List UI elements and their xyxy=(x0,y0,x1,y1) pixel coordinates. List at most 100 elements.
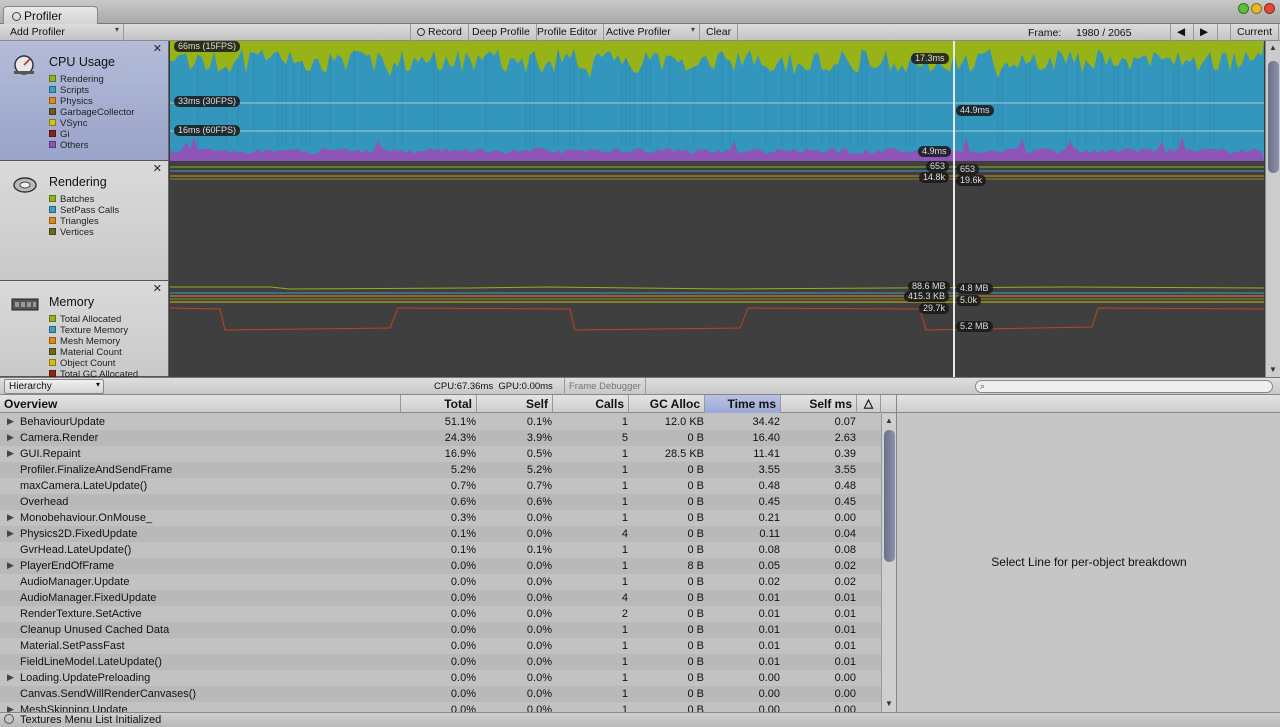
legend-item[interactable]: SetPass Calls xyxy=(49,205,119,216)
add-profiler-dropdown[interactable]: Add Profiler xyxy=(4,24,124,41)
table-row[interactable]: ▶ Loading.UpdatePreloading 0.0% 0.0% 1 0 B 0.0… xyxy=(0,670,881,686)
table-row[interactable]: RenderTexture.SetActive 0.0% 0.0% 2 0 B 0.01 0… xyxy=(0,606,881,622)
modules-scrollbar[interactable]: ▲ ▼ xyxy=(1265,41,1280,377)
table-row[interactable]: Canvas.SendWillRenderCanvases() 0.0% 0.0% 1… xyxy=(0,686,881,702)
legend-item[interactable]: Scripts xyxy=(49,85,134,96)
window-zoom-button[interactable] xyxy=(1238,3,1249,14)
modules-scrollbar-thumb[interactable] xyxy=(1268,61,1279,173)
active-profiler-dropdown[interactable]: Active Profiler xyxy=(600,24,700,41)
cpu-usage-module-label[interactable]: CPU Usage ✕ Rendering Scripts Physics Garba… xyxy=(0,41,169,161)
column-calls[interactable]: Calls xyxy=(553,395,629,413)
next-frame-button[interactable]: ▶ xyxy=(1194,24,1218,41)
record-icon xyxy=(417,28,425,36)
legend-label: SetPass Calls xyxy=(60,205,120,216)
column-self[interactable]: Self xyxy=(477,395,553,413)
column-self-ms[interactable]: Self ms xyxy=(781,395,857,413)
table-row[interactable]: ▶ GUI.Repaint 16.9% 0.5% 1 28.5 KB 11.41 0.39 xyxy=(0,446,881,462)
legend-item[interactable]: GarbageCollector xyxy=(49,107,134,118)
table-row[interactable]: GvrHead.LateUpdate() 0.1% 0.1% 1 0 B 0.08 0.08 xyxy=(0,542,881,558)
previous-frame-button[interactable]: ◀ xyxy=(1170,24,1194,41)
scroll-down-icon[interactable]: ▼ xyxy=(1269,365,1277,374)
close-icon[interactable]: ✕ xyxy=(153,162,162,175)
search-icon: ⌕ xyxy=(980,381,986,391)
gpu-time: GPU:0.00ms xyxy=(498,381,553,392)
table-row[interactable]: ▶ Monobehaviour.OnMouse_ 0.3% 0.0% 1 0 B 0.21 0… xyxy=(0,510,881,526)
expand-triangle-icon[interactable]: ▶ xyxy=(7,432,14,443)
profiler-icon xyxy=(12,12,21,21)
deep-profile-label: Deep Profile xyxy=(472,26,530,38)
legend-item[interactable]: VSync xyxy=(49,118,134,129)
close-icon[interactable]: ✕ xyxy=(153,282,162,295)
view-mode-dropdown[interactable]: Hierarchy xyxy=(4,379,104,394)
table-row[interactable]: Cleanup Unused Cached Data 0.0% 0.0% 1 0 B 0.… xyxy=(0,622,881,638)
profiler-window-tab[interactable]: Profiler xyxy=(3,6,98,24)
legend-item[interactable]: Texture Memory xyxy=(49,325,138,336)
selected-frame-line[interactable] xyxy=(953,41,955,377)
row-selfms-cell: 0.02 xyxy=(834,560,856,572)
legend-item[interactable]: Gi xyxy=(49,129,134,140)
frame-debugger-button[interactable]: Frame Debugger xyxy=(564,378,646,395)
column-warning[interactable]: △ xyxy=(857,395,881,413)
legend-item[interactable]: Object Count xyxy=(49,358,138,369)
table-row[interactable]: ▶ MeshSkinning.Update 0.0% 0.0% 1 0 B 0.00 0.00 xyxy=(0,702,881,712)
column-overview[interactable]: Overview xyxy=(0,395,401,413)
table-row[interactable]: maxCamera.LateUpdate() 0.7% 0.7% 1 0 B 0.48 0.… xyxy=(0,478,881,494)
cpu-usage-legend: Rendering Scripts Physics GarbageCollector V… xyxy=(49,74,134,151)
table-scrollbar[interactable]: ▲ ▼ xyxy=(881,414,896,712)
scroll-up-icon[interactable]: ▲ xyxy=(885,416,893,425)
expand-triangle-icon[interactable]: ▶ xyxy=(7,704,14,712)
rendering-legend: Batches SetPass Calls Triangles Vertices xyxy=(49,194,119,238)
scroll-down-icon[interactable]: ▼ xyxy=(885,699,893,708)
legend-item[interactable]: Mesh Memory xyxy=(49,336,138,347)
profile-editor-button[interactable]: Profile Editor xyxy=(531,24,605,41)
legend-item[interactable]: Triangles xyxy=(49,216,119,227)
expand-triangle-icon[interactable]: ▶ xyxy=(7,448,14,459)
table-row[interactable]: AudioManager.FixedUpdate 0.0% 0.0% 4 0 B 0.01… xyxy=(0,590,881,606)
expand-triangle-icon[interactable]: ▶ xyxy=(7,512,14,523)
table-row[interactable]: Overhead 0.6% 0.6% 1 0 B 0.45 0.45 xyxy=(0,494,881,510)
table-row[interactable]: ▶ Camera.Render 24.3% 3.9% 5 0 B 16.40 2.63 xyxy=(0,430,881,446)
table-scrollbar-thumb[interactable] xyxy=(884,430,895,562)
expand-triangle-icon[interactable]: ▶ xyxy=(7,672,14,683)
row-selfms-cell: 0.08 xyxy=(834,544,856,556)
window-close-button[interactable] xyxy=(1264,3,1275,14)
legend-item[interactable]: Material Count xyxy=(49,347,138,358)
profiler-modules: CPU Usage ✕ Rendering Scripts Physics Garba… xyxy=(0,41,1280,380)
rendering-module-label[interactable]: Rendering ✕ Batches SetPass Calls Triangle… xyxy=(0,161,169,281)
clear-button[interactable]: Clear xyxy=(700,24,739,41)
memory-graph[interactable]: 88.6 MB 4.8 MB 415.3 KB 5.0k 29.7k 5.2 M… xyxy=(170,281,1264,377)
legend-item[interactable]: Physics xyxy=(49,96,134,107)
legend-item[interactable]: Vertices xyxy=(49,227,119,238)
record-button[interactable]: Record xyxy=(410,24,469,41)
table-row[interactable]: Material.SetPassFast 0.0% 0.0% 1 0 B 0.01 0.01 xyxy=(0,638,881,654)
legend-label: Scripts xyxy=(60,85,90,96)
deep-profile-button[interactable]: Deep Profile xyxy=(466,24,537,41)
legend-item[interactable]: Rendering xyxy=(49,74,134,85)
current-frame-button[interactable]: Current xyxy=(1230,24,1280,41)
legend-item[interactable]: Batches xyxy=(49,194,119,205)
table-row[interactable]: AudioManager.Update 0.0% 0.0% 1 0 B 0.02 0.02 xyxy=(0,574,881,590)
cpu-marker-60fps: 16ms (60FPS) xyxy=(174,125,241,136)
search-input[interactable]: ⌕ xyxy=(975,380,1273,393)
expand-triangle-icon[interactable]: ▶ xyxy=(7,528,14,539)
scroll-up-icon[interactable]: ▲ xyxy=(1269,43,1277,52)
column-total[interactable]: Total xyxy=(401,395,477,413)
legend-item[interactable]: Total Allocated xyxy=(49,314,138,325)
column-gc-alloc[interactable]: GC Alloc xyxy=(629,395,705,413)
cpu-usage-graph[interactable]: 66ms (15FPS) 33ms (30FPS) 16ms (60FPS) 1… xyxy=(170,41,1264,161)
table-row[interactable]: FieldLineModel.LateUpdate() 0.0% 0.0% 1 0 B 0… xyxy=(0,654,881,670)
rendering-graph[interactable]: 653 653 14.8k 19.6k xyxy=(170,161,1264,281)
table-row[interactable]: ▶ BehaviourUpdate 51.1% 0.1% 1 12.0 KB 34.42 0.… xyxy=(0,414,881,430)
table-row[interactable]: Profiler.FinalizeAndSendFrame 5.2% 5.2% 1 0 … xyxy=(0,462,881,478)
table-row[interactable]: ▶ Physics2D.FixedUpdate 0.1% 0.0% 4 0 B 0.11 0.… xyxy=(0,526,881,542)
row-time-cell: 0.01 xyxy=(758,624,780,636)
expand-triangle-icon[interactable]: ▶ xyxy=(7,560,14,571)
legend-item[interactable]: Others xyxy=(49,140,134,151)
close-icon[interactable]: ✕ xyxy=(153,42,162,55)
expand-triangle-icon[interactable]: ▶ xyxy=(7,416,14,427)
row-self-cell: 0.0% xyxy=(526,688,552,700)
table-row[interactable]: ▶ PlayerEndOfFrame 0.0% 0.0% 1 8 B 0.05 0.02 xyxy=(0,558,881,574)
column-time-ms[interactable]: Time ms xyxy=(705,395,781,413)
window-minimize-button[interactable] xyxy=(1251,3,1262,14)
memory-module-label[interactable]: Memory ✕ Total Allocated Texture Memory Me… xyxy=(0,281,169,380)
